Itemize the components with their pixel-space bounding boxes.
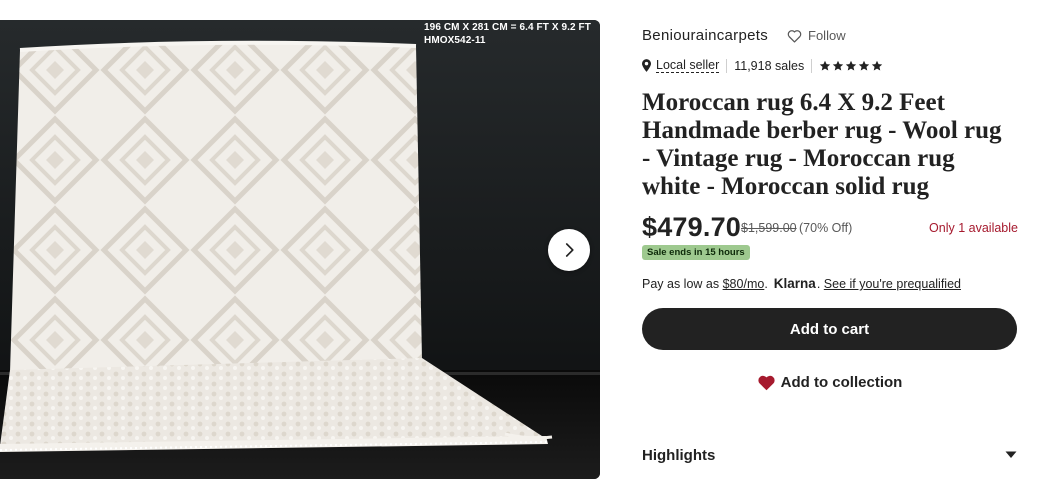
add-to-cart-button[interactable]: Add to cart: [642, 308, 1017, 350]
product-image-gallery[interactable]: 196 CM X 281 CM = 6.4 FT X 9.2 FT HMOX54…: [0, 20, 600, 479]
current-price: $479.70: [642, 212, 741, 242]
location-pin-icon: [642, 59, 651, 72]
highlights-label: Highlights: [642, 446, 716, 464]
chevron-right-icon: [565, 243, 574, 257]
overlay-dimensions: 196 CM X 281 CM = 6.4 FT X 9.2 FT: [424, 22, 591, 33]
follow-label: Follow: [808, 28, 846, 43]
listing-title: Moroccan rug 6.4 X 9.2 Feet Handmade ber…: [642, 89, 1002, 200]
original-price: $1,599.00: [741, 221, 797, 235]
star-icon: [846, 60, 857, 70]
shop-row: Beniouraincarpets Follow: [642, 27, 846, 44]
add-to-collection-button[interactable]: Add to collection: [642, 361, 1017, 403]
discount-label: (70% Off): [799, 221, 853, 235]
divider: [726, 58, 728, 73]
local-seller-link[interactable]: Local seller: [656, 58, 720, 73]
next-image-button[interactable]: [548, 229, 590, 271]
highlights-accordion[interactable]: Highlights: [642, 440, 1017, 470]
heart-outline-icon: [787, 29, 802, 43]
divider: [811, 58, 813, 73]
add-to-collection-label: Add to collection: [780, 373, 903, 391]
image-dimension-overlay: 196 CM X 281 CM = 6.4 FT X 9.2 FT HMOX54…: [424, 21, 591, 47]
shop-name-link[interactable]: Beniouraincarpets: [642, 27, 768, 44]
star-icon: [833, 60, 844, 70]
star-icon: [820, 60, 831, 70]
klarna-logo: Klarna: [773, 276, 816, 291]
star-icon: [859, 60, 870, 70]
heart-filled-icon: [758, 375, 775, 390]
klarna-amount-link[interactable]: $80/mo: [723, 277, 765, 291]
price-row: $479.70 $1,599.00 (70% Off) Only 1 avail…: [642, 212, 1018, 244]
klarna-prefix: Pay as low as: [642, 277, 720, 291]
availability-label: Only 1 available: [929, 221, 1018, 235]
overlay-sku: HMOX542-11: [424, 35, 486, 46]
follow-shop-button[interactable]: Follow: [787, 28, 846, 43]
sale-ends-badge: Sale ends in 15 hours: [642, 245, 750, 260]
seller-meta-row: Local seller 11,918 sales: [642, 58, 883, 73]
sales-count: 11,918 sales: [734, 58, 805, 73]
chevron-down-icon: [1005, 451, 1017, 458]
star-icon: [872, 60, 883, 70]
rating-stars[interactable]: [819, 60, 883, 72]
klarna-row: Pay as low as $80/mo. Klarna. See if you…: [642, 276, 961, 291]
rug-photo: [0, 20, 600, 479]
klarna-prequalify-link[interactable]: See if you're prequalified: [824, 277, 961, 291]
